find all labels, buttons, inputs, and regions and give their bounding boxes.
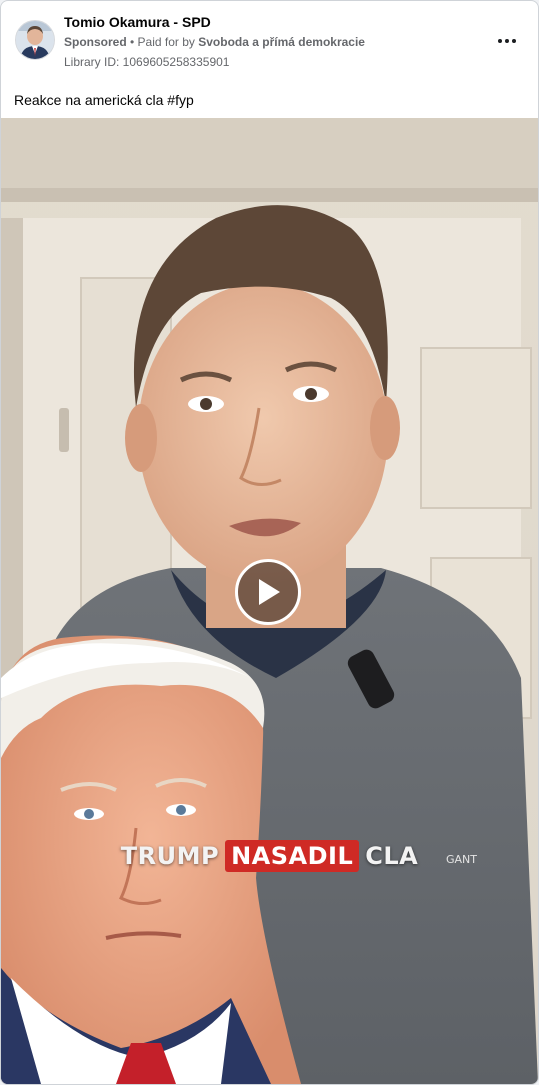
- overlay-word-trump: TRUMP: [120, 842, 220, 870]
- library-id: Library ID: 1069605258335901: [64, 55, 230, 69]
- ad-post-card: Tomio Okamura - SPD Sponsored • Paid for…: [0, 0, 539, 1085]
- avatar-image: [16, 21, 54, 59]
- page-avatar[interactable]: [15, 20, 55, 60]
- overlay-word-cla: CLA: [365, 842, 419, 870]
- more-horizontal-icon: [497, 39, 518, 43]
- page-name-link[interactable]: Tomio Okamura - SPD: [64, 14, 211, 30]
- post-header: Tomio Okamura - SPD Sponsored • Paid for…: [1, 1, 538, 81]
- paid-for-by-link[interactable]: Svoboda a přímá demokracie: [198, 35, 365, 49]
- meta-separator: •: [126, 35, 138, 49]
- paid-for-prefix: Paid for by: [137, 35, 199, 49]
- play-button[interactable]: [235, 559, 301, 625]
- play-icon: [259, 579, 280, 605]
- more-options-button[interactable]: [493, 29, 521, 53]
- video-overlay-caption: TRUMP NASADIL CLA: [1, 836, 538, 876]
- sponsored-label: Sponsored: [64, 35, 127, 49]
- sponsored-info: Sponsored • Paid for by Svoboda a přímá …: [64, 35, 365, 49]
- overlay-word-nasadil: NASADIL: [225, 840, 360, 872]
- post-caption: Reakce na americká cla #fyp: [14, 92, 194, 108]
